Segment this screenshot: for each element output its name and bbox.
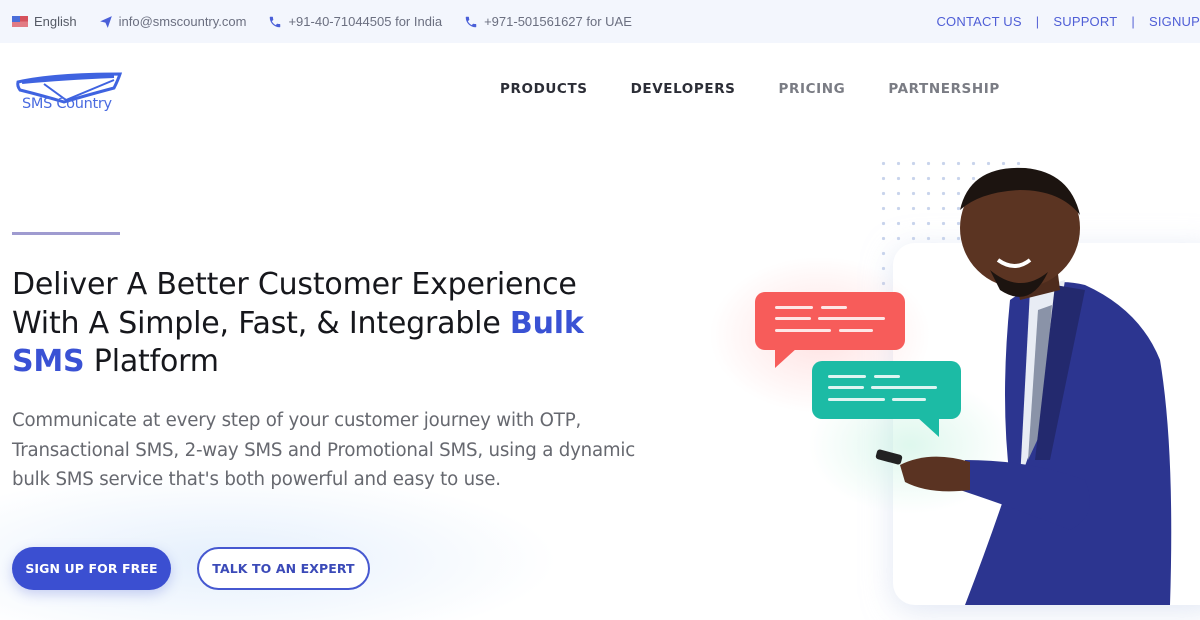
email-text: info@smscountry.com xyxy=(118,14,247,29)
separator: | xyxy=(1035,14,1040,29)
nav-partnership[interactable]: PARTNERSHIP xyxy=(888,81,1000,97)
support-link[interactable]: SUPPORT xyxy=(1053,14,1117,29)
talk-to-expert-button[interactable]: TALK TO AN EXPERT xyxy=(197,547,370,590)
contact-us-link[interactable]: CONTACT US xyxy=(936,14,1021,29)
top-bar-contact: English info@smscountry.com +91-40-71044… xyxy=(0,14,654,29)
headline-text-end: Platform xyxy=(84,344,219,379)
phone-uae-link[interactable]: +971-501561627 for UAE xyxy=(464,14,632,29)
headline-text: Deliver A Better Customer Experience Wit… xyxy=(12,267,577,341)
phone-icon xyxy=(270,16,281,27)
email-link[interactable]: info@smscountry.com xyxy=(99,14,247,29)
language-label: English xyxy=(34,14,77,29)
main-nav: PRODUCTS DEVELOPERS PRICING PARTNERSHIP xyxy=(500,81,1043,97)
top-bar-links: CONTACT US | SUPPORT | SIGNUP xyxy=(936,0,1200,43)
nav-developers[interactable]: DEVELOPERS xyxy=(631,81,736,97)
nav-pricing[interactable]: PRICING xyxy=(779,81,846,97)
signup-link[interactable]: SIGNUP xyxy=(1149,14,1200,29)
us-flag-icon xyxy=(12,16,28,27)
separator: | xyxy=(1131,14,1135,29)
phone-uae-text: +971-501561627 for UAE xyxy=(484,14,632,29)
top-bar: English info@smscountry.com +91-40-71044… xyxy=(0,0,1200,43)
paper-plane-icon xyxy=(99,15,112,28)
phone-india-link[interactable]: +91-40-71044505 for India xyxy=(268,14,442,29)
accent-divider xyxy=(12,232,120,235)
businessman-illustration xyxy=(875,167,1172,605)
logo-text: SMS Country xyxy=(22,96,112,112)
phone-india-text: +91-40-71044505 for India xyxy=(288,14,443,29)
hero-headline: Deliver A Better Customer Experience Wit… xyxy=(12,266,632,382)
nav-products[interactable]: PRODUCTS xyxy=(500,81,588,97)
sign-up-button[interactable]: SIGN UP FOR FREE xyxy=(12,547,171,590)
hero-description: Communicate at every step of your custom… xyxy=(12,410,636,490)
language-selector[interactable]: English xyxy=(12,14,77,29)
phone-icon xyxy=(465,16,477,27)
